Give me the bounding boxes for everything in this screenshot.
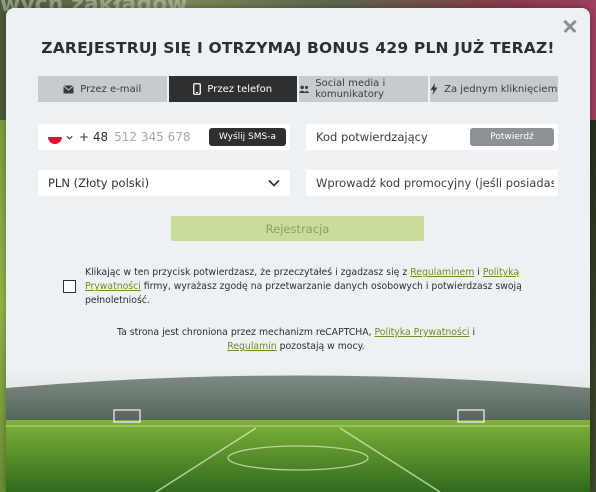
promo-code-input[interactable] [316,176,554,190]
pl-flag-icon[interactable] [48,130,62,144]
phone-field: + 48 Wyślij SMS-a [38,124,290,150]
chevron-down-icon [268,179,280,187]
phone-icon [193,83,202,95]
stadium-image [6,368,590,492]
registration-tabs: Przez e-mail Przez telefon Social media … [38,76,558,102]
consent-checkbox[interactable] [63,280,76,293]
currency-value: PLN (Złoty polski) [48,176,150,190]
chevron-down-icon[interactable] [66,134,73,141]
phone-input[interactable] [114,130,207,144]
tab-email-label: Przez e-mail [80,83,142,95]
register-button[interactable]: Rejestracja [171,216,424,241]
phone-prefix: + 48 [79,130,109,144]
tab-social[interactable]: Social media i komunikatory [299,76,428,102]
consent-text: Klikając w ten przycisk potwierdzasz, że… [85,266,525,308]
recaptcha-text-part2: i [469,327,476,338]
tab-phone-label: Przez telefon [207,83,273,95]
recaptcha-notice: Ta strona jest chroniona przez mechanizm… [116,326,476,354]
recaptcha-text-part3: pozostają w mocy. [276,341,365,352]
consent-text-part2: i [474,267,483,278]
tab-one-click-label: Za jednym kliknięciem [444,83,558,95]
consent-text-part3: firmy, wyrażasz zgodę na przetwarzanie d… [85,281,522,306]
registration-modal: ZAREJESTRUJ SIĘ I OTRZYMAJ BONUS 429 PLN… [6,8,590,492]
promo-code-field [306,170,558,196]
lightning-icon [430,83,438,95]
close-icon[interactable] [560,16,580,36]
currency-select[interactable]: PLN (Złoty polski) [38,170,290,196]
tab-social-label: Social media i komunikatory [315,78,386,100]
envelope-icon [63,84,75,93]
recaptcha-privacy-link[interactable]: Polityka Prywatności [375,327,470,338]
consent-text-part1: Klikając w ten przycisk potwierdzasz, że… [85,267,411,278]
recaptcha-text-part1: Ta strona jest chroniona przez mechanizm… [116,327,375,338]
verification-code-input[interactable] [316,130,466,144]
users-icon [299,85,310,93]
modal-title: ZAREJESTRUJ SIĘ I OTRZYMAJ BONUS 429 PLN… [41,39,555,57]
verification-code-field: Potwierdź [306,124,558,150]
send-sms-button[interactable]: Wyślij SMS-a [208,128,286,146]
terms-link[interactable]: Regulaminem [410,267,474,278]
tab-phone[interactable]: Przez telefon [168,76,297,102]
recaptcha-terms-link[interactable]: Regulamin [227,341,276,352]
tab-one-click[interactable]: Za jednym kliknięciem [429,76,558,102]
confirm-code-button[interactable]: Potwierdź [470,128,554,146]
tab-email[interactable]: Przez e-mail [38,76,167,102]
